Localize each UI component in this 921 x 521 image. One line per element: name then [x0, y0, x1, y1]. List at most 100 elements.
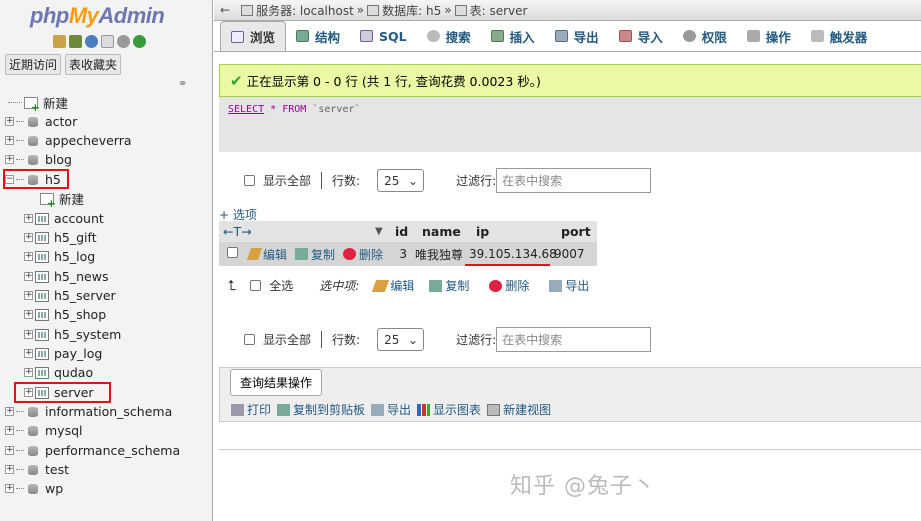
server-icon: [241, 4, 254, 16]
tab-operations[interactable]: 操作: [737, 21, 801, 51]
breadcrumb-server[interactable]: 服务器: localhost: [256, 2, 354, 19]
row-checkbox[interactable]: [227, 247, 238, 258]
collapse-arrow-icon[interactable]: ←: [220, 3, 230, 17]
import-icon: [618, 30, 632, 42]
display-chart-link[interactable]: 显示图表: [417, 401, 481, 418]
database-icon: [26, 445, 40, 457]
bulk-copy-link[interactable]: 复制: [429, 277, 469, 294]
tab-browse[interactable]: 浏览: [220, 21, 287, 51]
breadcrumb-table[interactable]: 表: server: [470, 2, 528, 19]
tree-table-qudao[interactable]: + qudao: [24, 363, 93, 382]
tab-import[interactable]: 导入: [609, 21, 673, 51]
watermark: 知乎 @兔子丶: [510, 474, 656, 499]
tree-h5-new[interactable]: 新建: [40, 189, 84, 210]
column-ip[interactable]: ip: [472, 224, 557, 239]
tree-table-pay-log[interactable]: + pay_log: [24, 344, 102, 363]
tree-table-h5-gift[interactable]: + h5_gift: [24, 228, 97, 247]
show-all-checkbox-bottom[interactable]: [244, 334, 255, 345]
check-all-checkbox[interactable]: [250, 280, 262, 291]
tab-search[interactable]: 搜索: [417, 21, 481, 51]
column-id[interactable]: id: [391, 224, 418, 239]
table-icon: [35, 366, 49, 379]
tree-table-h5-system[interactable]: + h5_system: [24, 325, 121, 344]
create-view-link[interactable]: 新建视图: [487, 401, 551, 418]
bulk-edit-link[interactable]: 编辑: [372, 277, 414, 294]
expand-icon: +: [24, 271, 33, 281]
database-icon: [26, 154, 40, 166]
tab-insert[interactable]: 插入: [481, 21, 545, 51]
help-icon[interactable]: [85, 35, 98, 48]
table-icon: [35, 308, 49, 321]
filter-label: 过滤行:: [456, 174, 497, 188]
expand-icon: +: [5, 425, 14, 435]
quick-icons: [53, 35, 146, 48]
column-port[interactable]: port: [557, 224, 597, 239]
export-icon: [554, 30, 568, 42]
tree-db-performance-schema[interactable]: + performance_schema: [5, 441, 180, 460]
filter-input[interactable]: 在表中搜索: [496, 168, 652, 193]
expand-icon: +: [24, 251, 33, 261]
expand-icon: +: [5, 464, 14, 474]
tree-db-mysql[interactable]: + mysql: [5, 421, 83, 440]
reload-icon[interactable]: [133, 35, 146, 48]
expand-icon: +: [24, 348, 33, 358]
logout-icon[interactable]: [69, 35, 82, 48]
rows-select[interactable]: 25 ⌄: [377, 169, 425, 192]
recent-tab[interactable]: 近期访问: [5, 54, 62, 75]
filter-input-bottom[interactable]: 在表中搜索: [496, 327, 652, 352]
tree-db-blog[interactable]: + blog: [5, 150, 72, 169]
row-delete-link[interactable]: 删除: [339, 246, 391, 263]
highlight-box-h5: [3, 169, 69, 189]
bulk-delete-link[interactable]: 删除: [489, 277, 529, 294]
success-check-icon: ✔: [230, 71, 243, 90]
table-icon: [35, 270, 49, 283]
tree-table-h5-server[interactable]: + h5_server: [24, 286, 116, 305]
tree-table-account[interactable]: + account: [24, 209, 104, 228]
tree-table-h5-shop[interactable]: + h5_shop: [24, 305, 106, 324]
cell-id[interactable]: 3: [391, 247, 411, 261]
favorites-tab[interactable]: 表收藏夹: [65, 54, 122, 75]
export-link[interactable]: 导出: [371, 401, 411, 418]
view-icon: [487, 403, 501, 416]
navigation-panel: phpMyAdmin 近期访问 表收藏夹 ⚭ 新建 +actor +appech…: [0, 0, 213, 521]
settings-icon[interactable]: [117, 35, 130, 48]
link-icon[interactable]: ⚭: [178, 77, 187, 90]
tree-db-actor[interactable]: + actor: [5, 112, 77, 131]
tree-db-information-schema[interactable]: + information_schema: [5, 402, 172, 421]
table-icon: [35, 289, 49, 302]
tree-db-appecheverra[interactable]: + appecheverra: [5, 131, 132, 150]
check-all-label[interactable]: 全选: [269, 277, 293, 294]
top-navigation-bar: 显示全部 行数: 25 ⌄ 过滤行: 在表中搜索: [244, 168, 652, 193]
sort-icon[interactable]: ▼: [371, 226, 391, 237]
breadcrumb-database[interactable]: 数据库: h5: [382, 2, 441, 19]
tree-item-new[interactable]: 新建: [8, 93, 68, 114]
tree-table-h5-log[interactable]: + h5_log: [24, 247, 95, 266]
tab-structure[interactable]: 结构: [286, 21, 350, 51]
tree-db-wp[interactable]: + wp: [5, 479, 63, 498]
export-icon: [371, 403, 385, 416]
sql-query-text[interactable]: SELECT * FROM `server`: [228, 104, 361, 115]
home-icon[interactable]: [53, 35, 66, 48]
column-arrows[interactable]: ←T→: [219, 224, 371, 239]
cell-name[interactable]: 唯我独尊: [411, 246, 465, 263]
tree-db-test[interactable]: + test: [5, 460, 69, 479]
rows-select-bottom[interactable]: 25 ⌄: [377, 328, 425, 351]
column-name[interactable]: name: [418, 224, 472, 239]
show-all-checkbox[interactable]: [244, 175, 255, 186]
tab-triggers[interactable]: 触发器: [801, 21, 878, 51]
cell-ip[interactable]: 39.105.134.68: [465, 247, 557, 266]
tab-sql[interactable]: SQL: [350, 21, 417, 51]
copy-icon: [295, 248, 308, 260]
row-copy-link[interactable]: 复制: [291, 246, 339, 263]
tree-table-h5-news[interactable]: + h5_news: [24, 267, 108, 286]
print-link[interactable]: 打印: [231, 401, 271, 418]
pencil-icon: [246, 248, 263, 260]
row-edit-link[interactable]: 编辑: [245, 246, 291, 263]
copy-clipboard-link[interactable]: 复制到剪贴板: [277, 401, 365, 418]
tab-export[interactable]: 导出: [545, 21, 609, 51]
copy-icon: [429, 279, 443, 292]
docs-icon[interactable]: [101, 35, 114, 48]
bulk-export-link[interactable]: 导出: [549, 277, 589, 294]
tab-privileges[interactable]: 权限: [673, 21, 737, 51]
phpmyadmin-logo[interactable]: phpMyAdmin: [30, 3, 165, 29]
